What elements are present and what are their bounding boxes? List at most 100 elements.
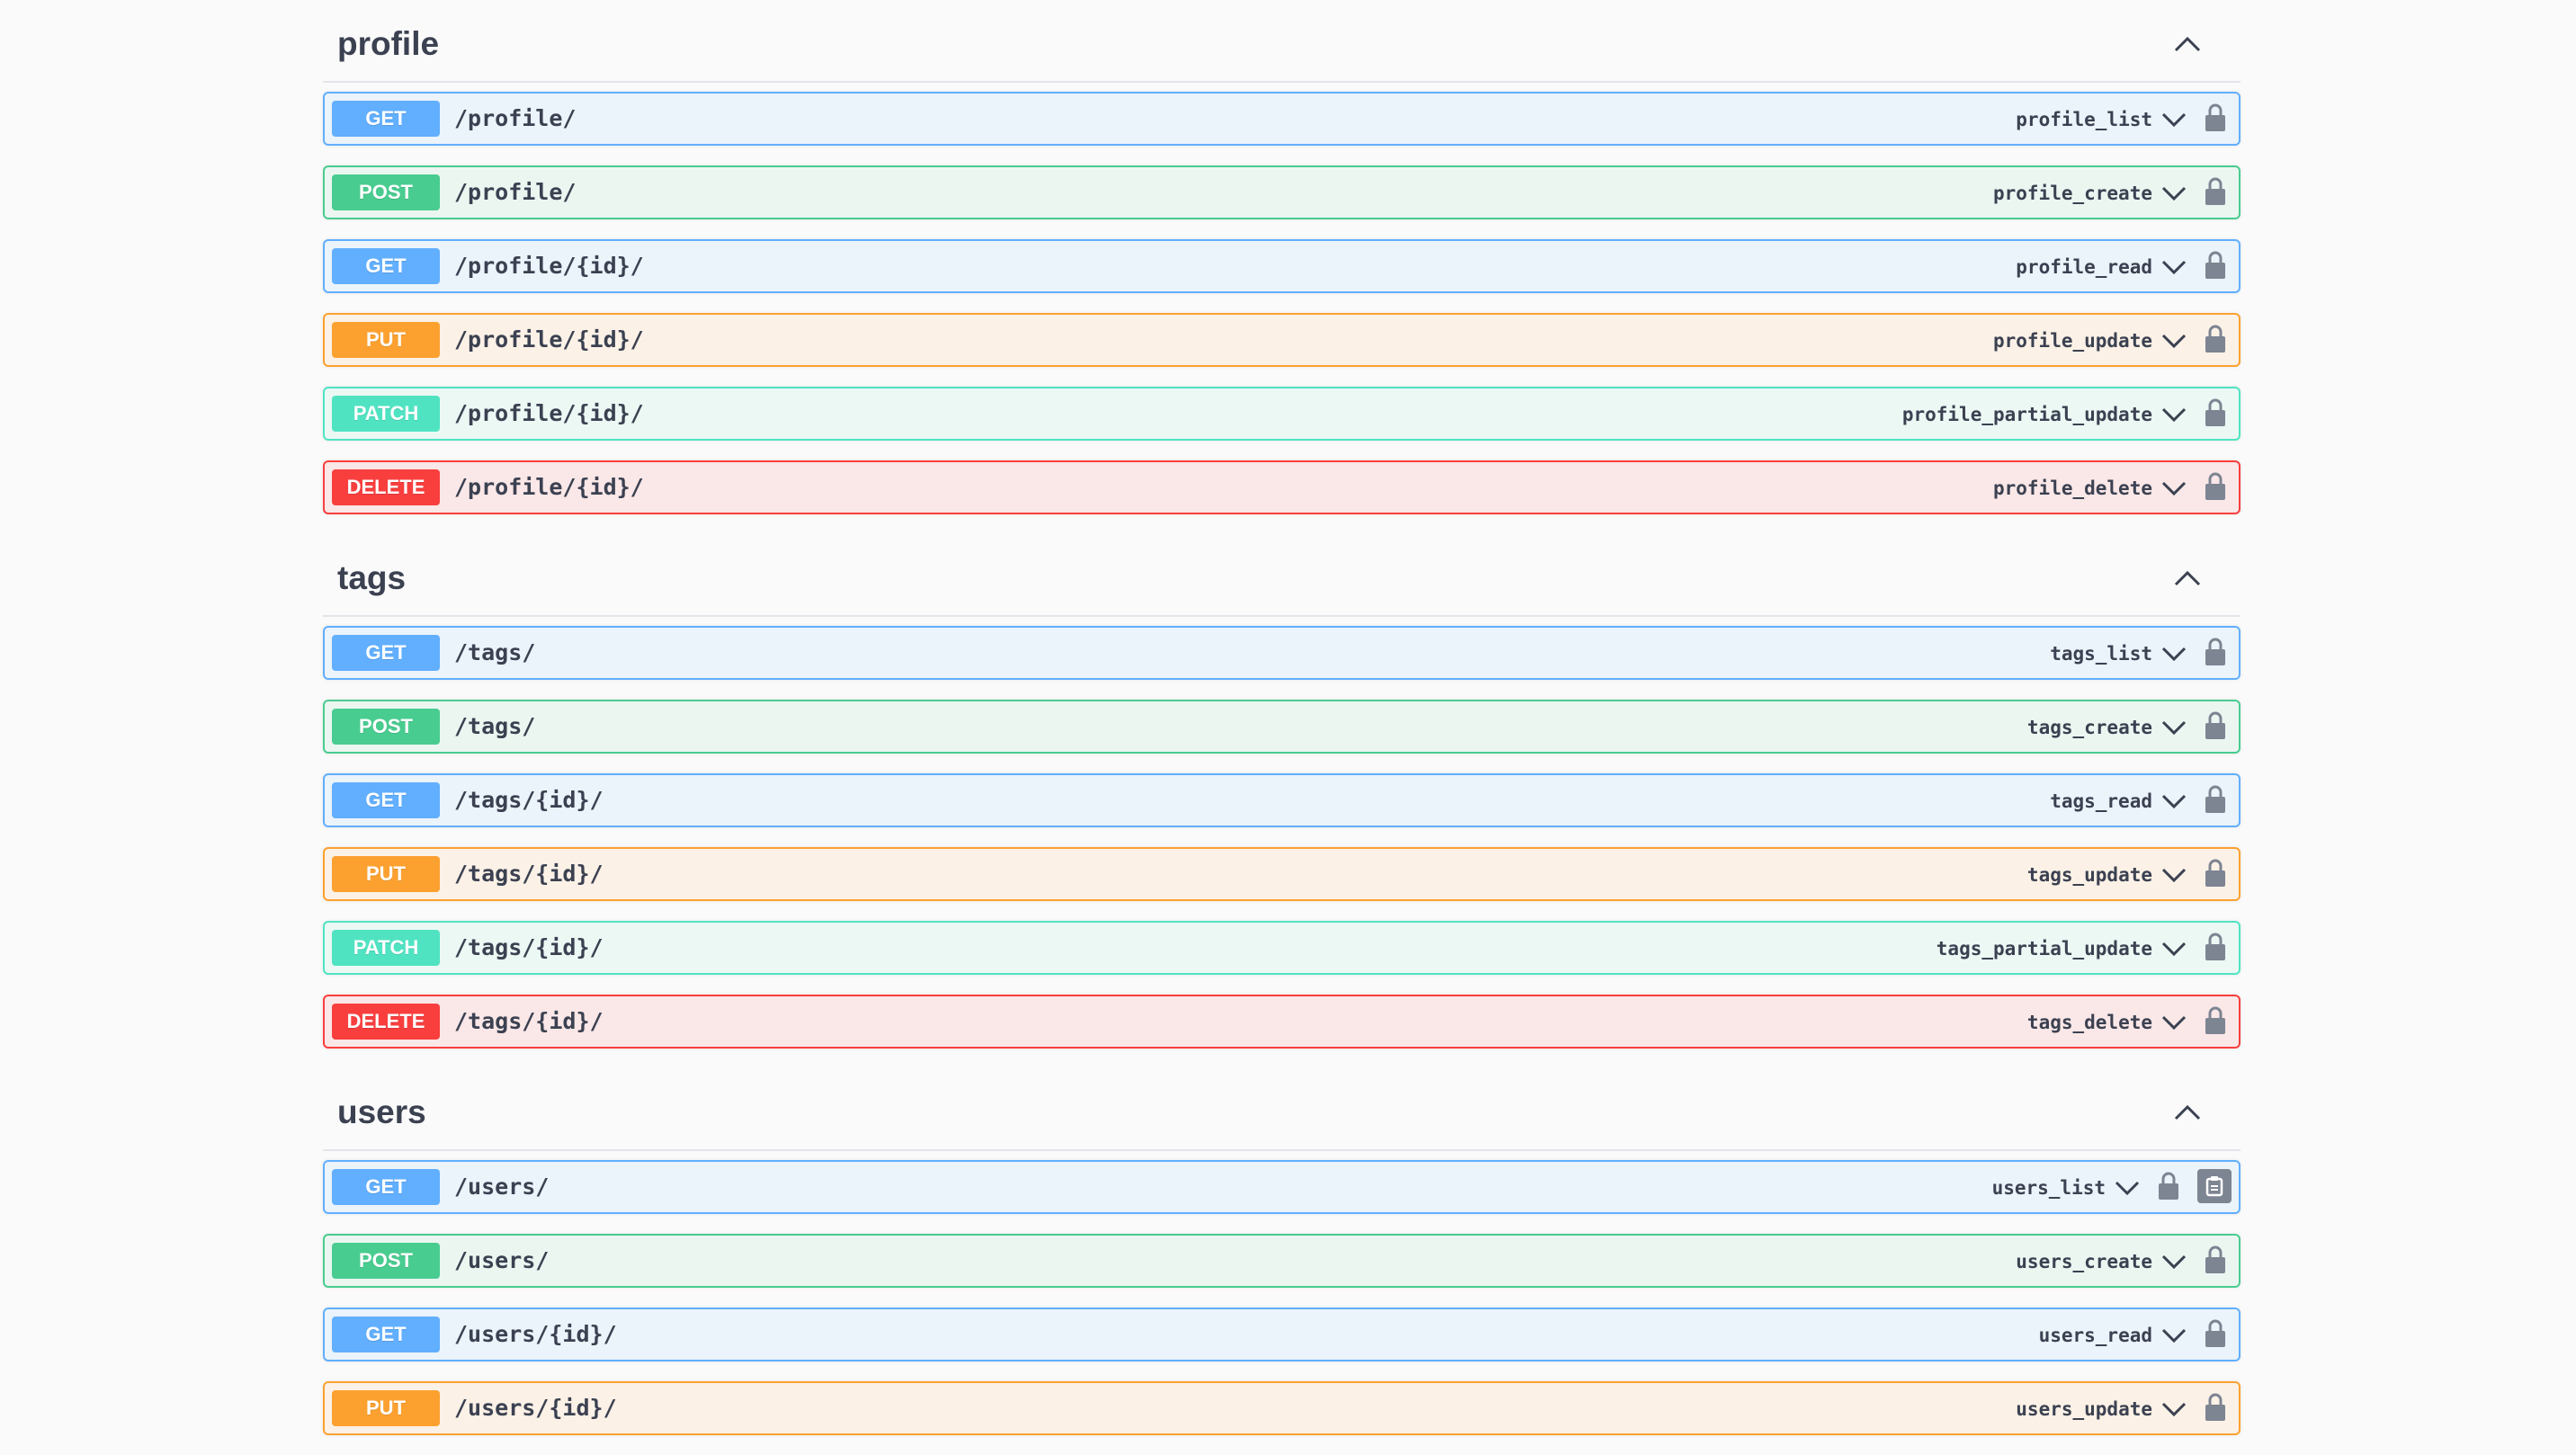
chevron-down-icon[interactable] xyxy=(2115,1180,2140,1196)
operation-row[interactable]: GET /profile/{id}/ profile_read xyxy=(323,239,2241,293)
lock-icon[interactable] xyxy=(2205,250,2226,281)
method-badge: GET xyxy=(332,635,440,671)
operation-row[interactable]: POST /profile/ profile_create xyxy=(323,165,2241,219)
method-badge: PUT xyxy=(332,856,440,892)
chevron-down-icon[interactable] xyxy=(2161,406,2187,423)
method-badge: POST xyxy=(332,1243,440,1279)
chevron-down-icon[interactable] xyxy=(2161,1014,2187,1031)
chevron-down-icon[interactable] xyxy=(2161,259,2187,275)
method-badge: GET xyxy=(332,1317,440,1352)
lock-icon[interactable] xyxy=(2205,858,2226,888)
method-badge: DELETE xyxy=(332,469,440,505)
operation-id: profile_read xyxy=(2016,256,2152,278)
lock-icon[interactable] xyxy=(2205,324,2226,354)
operation-row[interactable]: DELETE /profile/{id}/ profile_delete xyxy=(323,460,2241,514)
chevron-down-icon[interactable] xyxy=(2161,941,2187,957)
operation-row[interactable]: DELETE /tags/{id}/ tags_delete xyxy=(323,995,2241,1049)
lock-icon[interactable] xyxy=(2205,784,2226,815)
lock-icon[interactable] xyxy=(2205,397,2226,428)
operation-path: /profile/{id}/ xyxy=(454,253,644,279)
tag-section-tags: tags GET /tags/ tags_list POST /tags/ ta… xyxy=(323,534,2241,1049)
lock-icon[interactable] xyxy=(2205,1392,2226,1423)
method-badge: PATCH xyxy=(332,396,440,432)
operation-row[interactable]: GET /profile/ profile_list xyxy=(323,92,2241,146)
lock-icon[interactable] xyxy=(2205,471,2226,502)
lock-icon[interactable] xyxy=(2205,637,2226,667)
chevron-down-icon[interactable] xyxy=(2161,867,2187,883)
tag-title: profile xyxy=(337,25,440,62)
operation-id: users_list xyxy=(1991,1177,2106,1199)
chevron-down-icon[interactable] xyxy=(2161,185,2187,201)
operation-path: /tags/ xyxy=(454,639,536,665)
chevron-down-icon[interactable] xyxy=(2161,1254,2187,1270)
chevron-down-icon[interactable] xyxy=(2161,793,2187,809)
operation-row[interactable]: GET /users/{id}/ users_read xyxy=(323,1308,2241,1361)
operation-row[interactable]: PATCH /tags/{id}/ tags_partial_update xyxy=(323,921,2241,975)
operation-id: tags_read xyxy=(2050,790,2152,812)
lock-icon[interactable] xyxy=(2205,176,2226,207)
method-badge: POST xyxy=(332,709,440,745)
chevron-down-icon[interactable] xyxy=(2161,112,2187,128)
operation-path: /tags/ xyxy=(454,713,536,739)
operation-row[interactable]: PUT /profile/{id}/ profile_update xyxy=(323,313,2241,367)
operation-id: profile_delete xyxy=(1992,478,2152,499)
tag-header-tags[interactable]: tags xyxy=(323,534,2241,617)
operation-id: profile_list xyxy=(2016,109,2152,130)
operation-row[interactable]: PATCH /profile/{id}/ profile_partial_upd… xyxy=(323,387,2241,441)
operation-row[interactable]: GET /tags/ tags_list xyxy=(323,626,2241,680)
operation-path: /profile/{id}/ xyxy=(454,326,644,353)
operation-path: /tags/{id}/ xyxy=(454,861,604,887)
tag-header-users[interactable]: users xyxy=(323,1068,2241,1151)
operation-path: /users/ xyxy=(454,1247,550,1273)
operation-id: tags_delete xyxy=(2026,1012,2152,1033)
chevron-down-icon[interactable] xyxy=(2161,480,2187,496)
tag-section-users: users GET /users/ users_list POST /users… xyxy=(323,1068,2241,1435)
lock-icon[interactable] xyxy=(2158,1171,2179,1201)
tag-title: users xyxy=(337,1093,426,1130)
operation-path: /profile/{id}/ xyxy=(454,474,644,500)
operation-id: users_read xyxy=(2038,1325,2152,1346)
lock-icon[interactable] xyxy=(2205,1005,2226,1036)
lock-icon[interactable] xyxy=(2205,710,2226,741)
operation-row[interactable]: GET /tags/{id}/ tags_read xyxy=(323,773,2241,827)
operation-path: /tags/{id}/ xyxy=(454,1008,604,1034)
lock-icon[interactable] xyxy=(2205,103,2226,133)
method-badge: GET xyxy=(332,101,440,137)
operation-path: /users/{id}/ xyxy=(454,1321,617,1347)
lock-icon[interactable] xyxy=(2205,1318,2226,1349)
method-badge: PATCH xyxy=(332,930,440,966)
chevron-up-icon[interactable] xyxy=(2172,1102,2203,1122)
operation-path: /profile/{id}/ xyxy=(454,400,644,426)
lock-icon[interactable] xyxy=(2205,1245,2226,1275)
copy-to-clipboard-button[interactable] xyxy=(2197,1169,2232,1203)
lock-icon[interactable] xyxy=(2205,932,2226,962)
operation-row[interactable]: PUT /tags/{id}/ tags_update xyxy=(323,847,2241,901)
operation-id: profile_update xyxy=(1992,330,2152,352)
operation-id: tags_create xyxy=(2026,717,2152,738)
chevron-down-icon[interactable] xyxy=(2161,719,2187,736)
operation-row[interactable]: POST /users/ users_create xyxy=(323,1234,2241,1288)
operation-id: users_create xyxy=(2016,1251,2152,1272)
operation-id: tags_partial_update xyxy=(1936,938,2152,960)
tag-section-profile: profile GET /profile/ profile_list POST … xyxy=(323,0,2241,514)
chevron-down-icon[interactable] xyxy=(2161,1401,2187,1417)
tag-header-profile[interactable]: profile xyxy=(323,0,2241,83)
operation-path: /users/ xyxy=(454,1174,550,1200)
operation-path: /tags/{id}/ xyxy=(454,787,604,813)
operation-path: /tags/{id}/ xyxy=(454,934,604,960)
chevron-down-icon[interactable] xyxy=(2161,1327,2187,1343)
operation-id: profile_create xyxy=(1992,183,2152,204)
method-badge: GET xyxy=(332,248,440,284)
chevron-down-icon[interactable] xyxy=(2161,646,2187,662)
clipboard-icon xyxy=(2205,1176,2223,1197)
operations-list: profile GET /profile/ profile_list POST … xyxy=(323,0,2241,1455)
operation-row[interactable]: GET /users/ users_list xyxy=(323,1160,2241,1214)
operation-row[interactable]: POST /tags/ tags_create xyxy=(323,700,2241,754)
chevron-up-icon[interactable] xyxy=(2172,568,2203,588)
chevron-up-icon[interactable] xyxy=(2172,34,2203,54)
operation-id: users_update xyxy=(2016,1398,2152,1420)
operation-row[interactable]: PUT /users/{id}/ users_update xyxy=(323,1381,2241,1435)
method-badge: GET xyxy=(332,1169,440,1205)
operation-path: /profile/ xyxy=(454,105,577,131)
chevron-down-icon[interactable] xyxy=(2161,333,2187,349)
